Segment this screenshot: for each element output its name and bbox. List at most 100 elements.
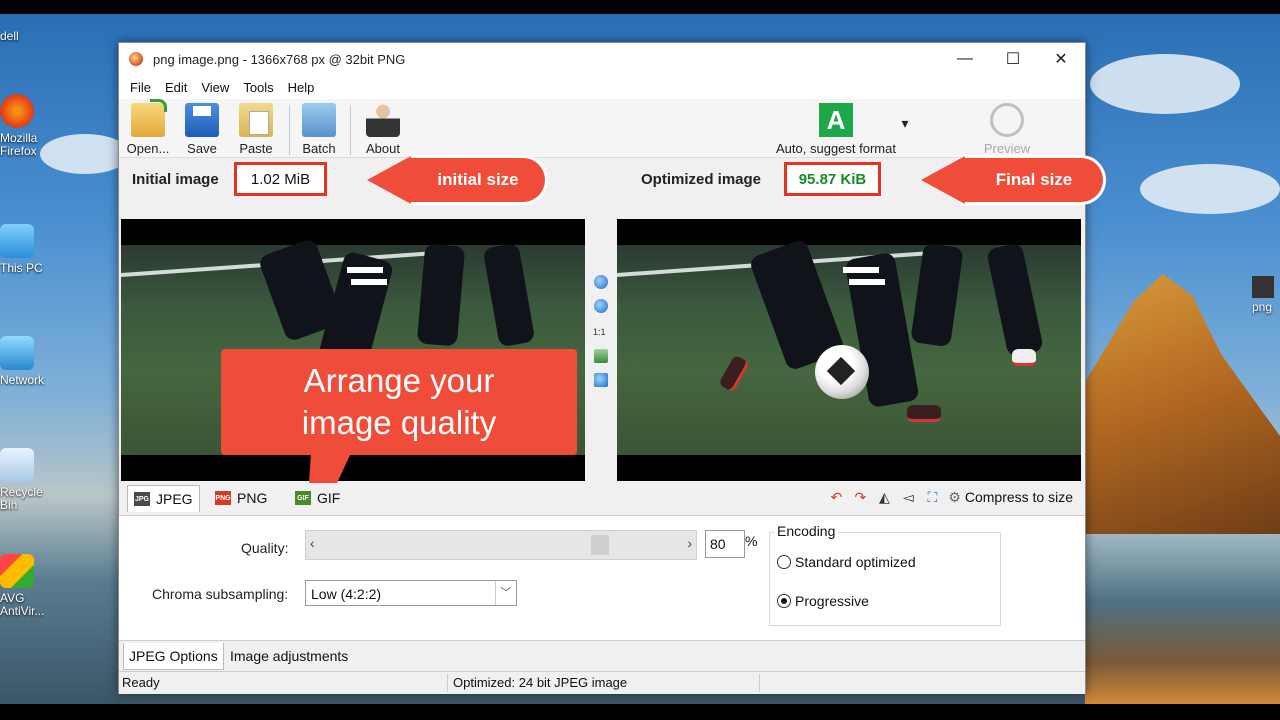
quality-slider[interactable]: ‹ › [305,530,697,560]
desktop-icon-recycle-bin[interactable]: Recycle Bin [0,448,60,512]
soccer-ball [815,345,869,399]
close-button[interactable]: ✕ [1037,43,1085,75]
radio-dot-selected [777,594,791,608]
open-label: Open... [126,141,170,156]
zoom-one-to-one[interactable]: 1:1 [593,327,606,337]
about-button[interactable]: About [357,103,409,156]
desktop-icon-label: AVG AntiVir... [0,591,45,618]
compress-to-size-button[interactable]: ⚙ Compress to size [948,489,1073,505]
compress-to-size-label: Compress to size [964,489,1073,505]
tab-jpeg[interactable]: JPG JPEG [127,485,200,512]
toolbar-separator [350,105,351,155]
menu-view[interactable]: View [194,80,236,95]
paste-button[interactable]: Paste [230,103,282,156]
player-shoe [907,405,941,422]
shorts-stripe [843,267,879,273]
radio-progressive[interactable]: Progressive [777,593,869,609]
radio-dot [777,555,791,569]
zoom-in-icon[interactable] [594,275,608,289]
desktop-icon-label: This PC [0,261,43,275]
quality-slider-thumb[interactable] [591,535,609,555]
desktop-icon-this-pc[interactable]: This PC [0,224,60,275]
batch-icon [302,103,336,137]
tab-image-adjustments[interactable]: Image adjustments [225,643,353,669]
maximize-button[interactable]: ☐ [989,43,1037,75]
menu-edit[interactable]: Edit [158,80,194,95]
tab-gif[interactable]: GIF GIF [289,485,346,511]
status-separator [447,674,448,692]
avg-icon [0,554,34,588]
encoding-group [769,532,1001,626]
quality-callout: Arrange your image quality [221,349,577,455]
gif-file-icon: GIF [295,491,311,505]
optimized-image-label: Optimized image [641,171,762,188]
app-window: png image.png - 1366x768 px @ 32bit PNG … [118,42,1103,694]
radio-standard-optimized[interactable]: Standard optimized [777,554,916,570]
crop-icon[interactable]: ⛶ [924,489,940,505]
rotate-left-icon[interactable]: ↶ [828,489,844,505]
status-optimized: Optimized: 24 bit JPEG image [453,675,628,690]
desktop-icon-dell[interactable]: dell [0,18,60,43]
flip-vertical-icon[interactable]: ◅ [900,489,916,505]
menu-file[interactable]: File [123,80,158,95]
menu-bar: File Edit View Tools Help [119,75,1085,99]
desktop-icon-label: Recycle Bin [0,485,43,512]
auto-format-button[interactable]: A Auto, suggest format [761,103,911,156]
initial-size-callout-text: initial size [437,170,519,189]
player-leg [910,242,964,348]
format-dropdown-arrow[interactable]: ▾ [895,115,915,132]
chevron-down-icon: ﹀ [495,581,516,605]
shorts-stripe [849,279,885,285]
chroma-select[interactable]: Low (4:2:2) ﹀ [305,580,517,606]
optimized-image-pane[interactable] [617,219,1081,481]
folder-icon [0,18,34,26]
cloud [1090,54,1240,114]
app-icon [129,52,143,66]
menu-tools[interactable]: Tools [236,80,280,95]
rotate-right-icon[interactable]: ↷ [852,489,868,505]
save-button[interactable]: Save [176,103,228,156]
desktop-icon-firefox[interactable]: Mozilla Firefox [0,94,60,158]
size-info-bar: Initial image 1.02 MiB initial size Opti… [119,156,1103,204]
auto-format-label: Auto, suggest format [776,141,896,156]
slider-left-arrow[interactable]: ‹ [310,535,315,551]
firefox-icon [0,94,34,128]
desktop-icon-label: Network [0,373,45,387]
desktop-icon-png[interactable]: png [1252,276,1274,314]
final-size-callout: Final size [921,156,1103,204]
paste-label: Paste [239,141,273,156]
cloud [1140,164,1280,214]
open-button[interactable]: Open... [122,99,174,156]
desktop-icon-avg[interactable]: AVG AntiVir... [0,554,60,618]
batch-button[interactable]: Batch [293,103,345,156]
computer-icon [0,224,34,258]
chroma-label: Chroma subsampling: [152,586,289,602]
status-separator [759,674,760,692]
fit-image-icon[interactable] [594,349,608,363]
tab-png[interactable]: PNG PNG [209,485,273,511]
window-title: png image.png - 1366x768 px @ 32bit PNG [153,51,406,67]
quality-unit: % [745,533,758,549]
preview-button[interactable]: Preview [979,103,1035,156]
gear-icon: ⚙ [948,489,961,505]
desktop-sea [1085,534,1280,704]
about-label: About [366,141,400,156]
zoom-out-icon[interactable] [594,299,608,313]
split-view-icon[interactable] [594,373,608,387]
preview-label: Preview [983,141,1031,156]
paste-icon [239,103,273,137]
player-leg [482,242,536,348]
network-icon [0,336,34,370]
desktop-icon-network[interactable]: Network [0,336,60,387]
minimize-button[interactable]: — [941,43,989,75]
desktop-icon-label: dell [0,29,19,43]
radio-standard-label: Standard optimized [795,554,916,570]
options-tabs: JPEG Options Image adjustments [119,640,1085,671]
slider-right-arrow[interactable]: › [687,535,692,551]
menu-help[interactable]: Help [281,80,322,95]
tab-jpeg-options[interactable]: JPEG Options [123,643,224,670]
status-bar: Ready Optimized: 24 bit JPEG image [119,671,1085,694]
save-icon [185,103,219,137]
quality-input[interactable]: 80 [705,530,745,558]
flip-horizontal-icon[interactable]: ◭ [876,489,892,505]
